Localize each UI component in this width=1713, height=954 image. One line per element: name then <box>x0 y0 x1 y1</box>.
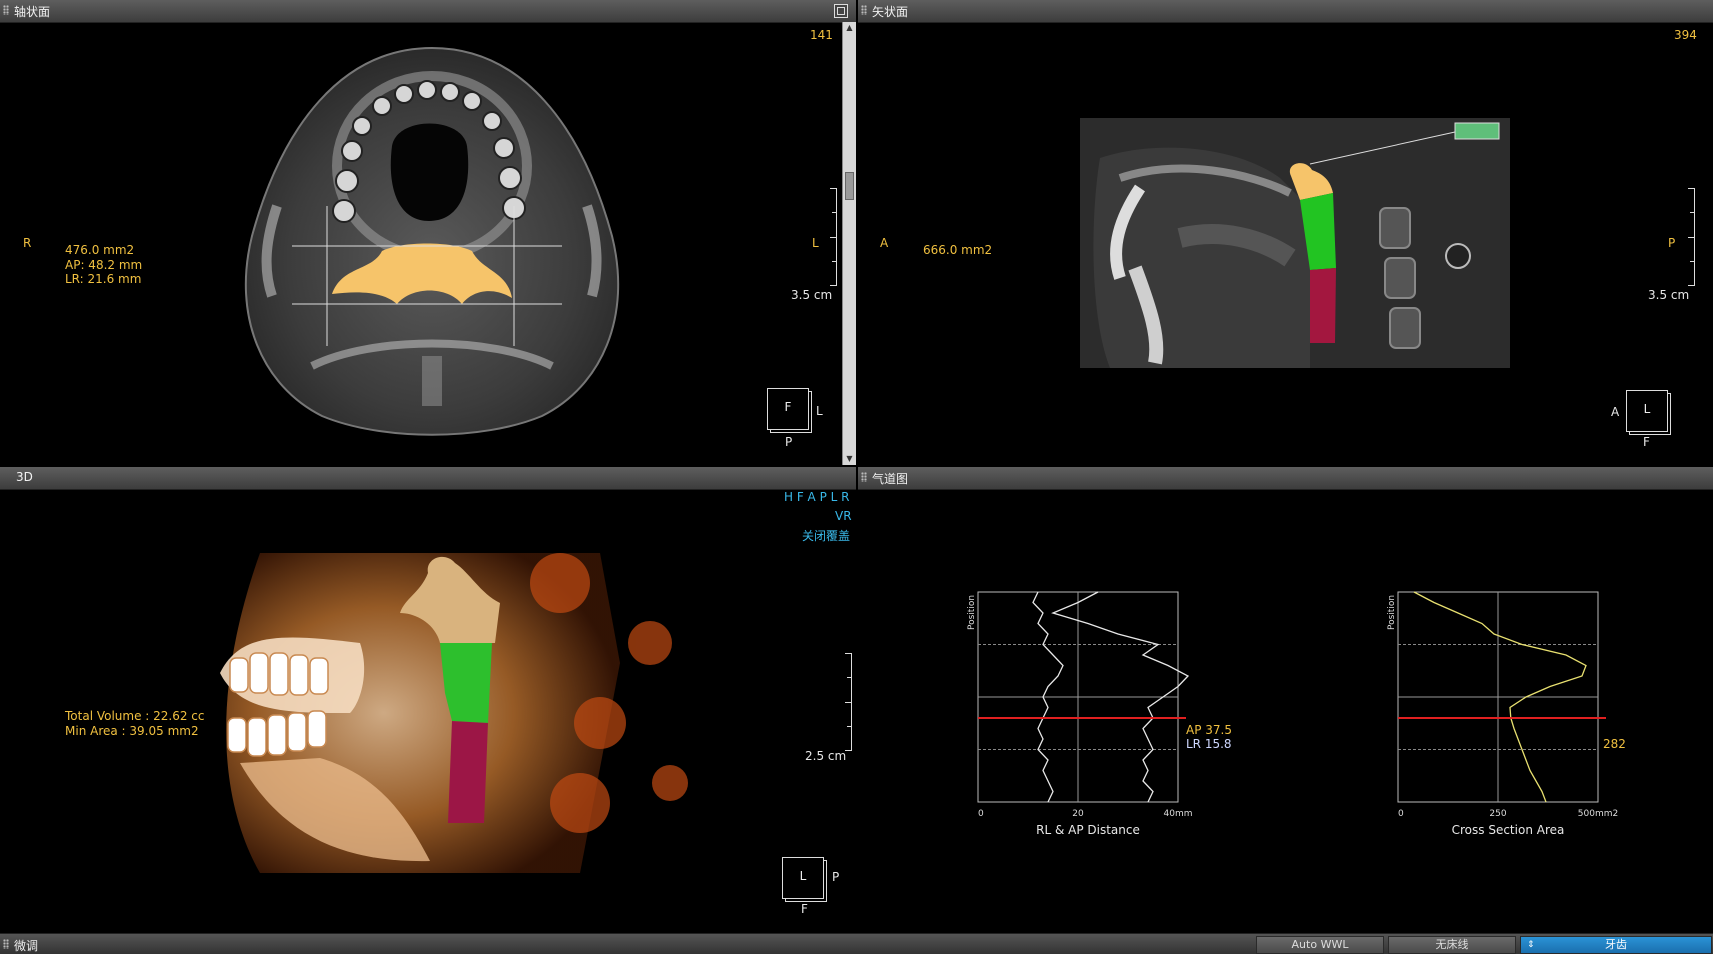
axial-slice-scrollbar[interactable]: ▲ ▼ <box>842 22 856 465</box>
x-tick-label: 20 <box>1072 809 1084 819</box>
view3d-orient-right: P <box>832 870 840 884</box>
axial-panel[interactable]: 轴状面 141 R 476.0 mm2 AP: 48.2 mm LR: 21.6… <box>0 0 856 465</box>
view3d-orientation-cube[interactable]: L <box>782 857 824 899</box>
axial-orientation-cube[interactable]: F <box>767 388 809 430</box>
sagittal-orientation-cube[interactable]: L <box>1626 390 1668 432</box>
view3d-title: 3D <box>16 470 33 484</box>
bottom-title: 微调 <box>14 939 39 953</box>
axial-orient-right: L <box>816 404 823 418</box>
sagittal-title-bar: 矢状面 <box>858 0 1713 23</box>
axial-scale-label: 3.5 cm <box>791 288 833 302</box>
view3d-directions[interactable]: H F A P L R <box>784 490 849 504</box>
axial-slice-number: 141 <box>810 28 833 42</box>
x-tick-label: 250 <box>1489 809 1506 819</box>
no-bed-line-button[interactable]: 无床线 <box>1388 936 1516 954</box>
orient-center-label: L <box>799 869 807 883</box>
axial-side-label: R <box>23 236 32 250</box>
bottom-toolbar: 微调 Auto WWL 无床线 ⇕ 牙齿 <box>0 933 1713 954</box>
sagittal-scale-side: P <box>1668 236 1676 250</box>
sagittal-panel[interactable]: 矢状面 394 A 666.0 mm2 P 3.5 cm L A F <box>858 0 1713 465</box>
teeth-button-label: 牙齿 <box>1605 938 1627 951</box>
y-axis-label: Position <box>967 595 977 630</box>
axial-lr: LR: 21.6 mm <box>65 272 142 286</box>
sagittal-scale-label: 3.5 cm <box>1648 288 1690 302</box>
airway-panel[interactable]: 气道图 0 20 40mm RL & AP Distance Position 0 250… <box>858 467 1713 932</box>
x-tick-label: 0 <box>1398 809 1404 819</box>
area-chart[interactable]: 0 250 500mm2 Cross Section Area Position <box>1368 587 1628 847</box>
x-tick-label: 0 <box>978 809 984 819</box>
volume-render-image[interactable] <box>200 543 730 883</box>
total-volume: Total Volume : 22.62 cc <box>65 709 205 723</box>
distance-chart[interactable]: 0 20 40mm RL & AP Distance Position <box>948 587 1198 847</box>
auto-wwl-button[interactable]: Auto WWL <box>1256 936 1384 954</box>
sagittal-scale-bar <box>1686 188 1695 286</box>
view3d-scale-label: 2.5 cm <box>805 749 847 763</box>
x-axis-label: RL & AP Distance <box>1036 823 1140 837</box>
sagittal-ct-image[interactable] <box>1080 118 1510 368</box>
view3d-panel[interactable]: 3D H F A P L R VR 关闭覆盖 Total Volume : 22… <box>0 467 856 932</box>
x-axis-label: Cross Section Area <box>1452 823 1565 837</box>
x-tick-label: 500mm2 <box>1578 809 1618 819</box>
scroll-down-icon[interactable]: ▼ <box>843 453 856 465</box>
sagittal-area: 666.0 mm2 <box>923 243 993 257</box>
view3d-scale-bar <box>843 653 852 751</box>
sagittal-side-label: A <box>880 236 889 250</box>
airway-readout-ap: AP 37.5 <box>1186 723 1232 737</box>
sagittal-orient-left: A <box>1611 405 1620 419</box>
airway-readout-area: 282 <box>1603 737 1626 751</box>
drag-grip-icon[interactable] <box>3 5 9 15</box>
x-tick-label: 40mm <box>1164 809 1193 819</box>
axial-ct-image[interactable] <box>222 36 642 436</box>
airway-readout-lr: LR 15.8 <box>1186 737 1232 751</box>
drag-grip-icon[interactable] <box>861 472 867 482</box>
view3d-mode-toggle[interactable]: VR <box>835 509 852 523</box>
axial-scale-bar <box>828 188 837 286</box>
scroll-up-icon[interactable]: ▲ <box>843 22 856 34</box>
axial-scale-side: L <box>812 236 819 250</box>
axial-title-bar: 轴状面 <box>0 0 856 23</box>
sagittal-orient-bottom: F <box>1643 435 1650 449</box>
drag-grip-icon[interactable] <box>3 939 9 949</box>
airway-title-bar: 气道图 <box>858 467 1713 490</box>
view3d-orient-bottom: F <box>801 902 808 916</box>
sagittal-title: 矢状面 <box>872 5 909 19</box>
overlay-toggle-button[interactable]: 关闭覆盖 <box>802 527 850 544</box>
maximize-icon[interactable] <box>834 4 848 18</box>
drag-grip-icon[interactable] <box>861 5 867 15</box>
scrollbar-thumb[interactable] <box>845 172 854 200</box>
airway-title: 气道图 <box>872 472 909 486</box>
teeth-button[interactable]: ⇕ 牙齿 <box>1520 936 1712 954</box>
y-axis-label: Position <box>1387 595 1397 630</box>
axial-orient-bottom: P <box>785 435 793 449</box>
axial-title: 轴状面 <box>14 5 51 19</box>
axial-ap: AP: 48.2 mm <box>65 258 143 272</box>
min-area: Min Area : 39.05 mm2 <box>65 724 199 738</box>
view3d-title-bar: 3D <box>0 467 856 490</box>
axial-area: 476.0 mm2 <box>65 243 135 257</box>
orient-center-label: L <box>1643 402 1651 416</box>
sagittal-slice-number: 394 <box>1674 28 1697 42</box>
spinner-arrows-icon: ⇕ <box>1527 940 1535 950</box>
orient-center-label: F <box>784 400 792 414</box>
